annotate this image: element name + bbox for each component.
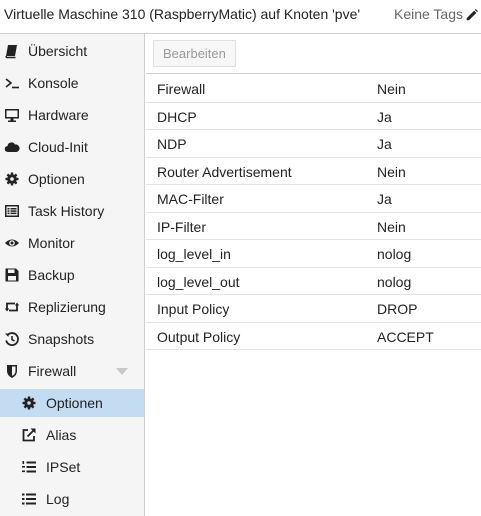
option-value: ACCEPT: [377, 328, 434, 345]
option-value: DROP: [377, 301, 418, 317]
sidebar-subitem-alias[interactable]: Alias: [0, 421, 144, 449]
sidebar-item-replication[interactable]: Replizierung: [0, 293, 144, 321]
table-row[interactable]: Router Advertisement Nein: [146, 158, 481, 185]
floppy-icon: [5, 268, 19, 282]
option-value: nolog: [377, 246, 412, 262]
option-value: Ja: [377, 191, 392, 207]
table-row[interactable]: log_level_in nolog: [146, 240, 481, 268]
page-title: Virtuelle Maschine 310 (RaspberryMatic) …: [4, 6, 361, 22]
sidebar-item-label: Replizierung: [28, 299, 106, 315]
main-panel: Bearbeiten Firewall Nein DHCP Ja NDP Ja …: [146, 34, 481, 516]
sidebar-item-console[interactable]: Konsole: [0, 69, 144, 97]
option-value: Ja: [377, 108, 392, 125]
sidebar-subitem-label: IPSet: [46, 459, 81, 475]
option-name: MAC-Filter: [157, 191, 224, 207]
sidebar-subitem-label: Alias: [46, 427, 77, 443]
sidebar-subitem-ipset[interactable]: IPSet: [0, 453, 144, 481]
list-icon: [22, 493, 36, 505]
option-name: IP-Filter: [157, 218, 206, 235]
table-row[interactable]: DHCP Ja: [146, 103, 481, 130]
sidebar-item-task-history[interactable]: Task History: [0, 197, 144, 225]
external-link-icon: [22, 428, 36, 442]
header-bar: Virtuelle Maschine 310 (RaspberryMatic) …: [0, 0, 481, 34]
sidebar-item-overview[interactable]: Übersicht: [0, 37, 144, 65]
sidebar-item-label: Firewall: [28, 363, 77, 379]
sidebar-item-options[interactable]: Optionen: [0, 165, 144, 193]
tags-label[interactable]: Keine Tags: [394, 6, 463, 22]
sidebar-item-label: Hardware: [28, 107, 89, 123]
book-icon: [5, 45, 17, 59]
option-value: nolog: [377, 273, 412, 290]
gear-icon: [22, 396, 36, 410]
table-row[interactable]: Firewall Nein: [146, 75, 481, 103]
sidebar-item-label: Snapshots: [28, 331, 95, 347]
history-icon: [5, 332, 19, 346]
cloud-icon: [4, 142, 20, 153]
option-name: log_level_out: [157, 273, 240, 290]
gear-icon: [5, 172, 19, 186]
sidebar-item-backup[interactable]: Backup: [0, 261, 144, 289]
option-name: Router Advertisement: [157, 163, 292, 180]
sidebar-item-label: Übersicht: [28, 43, 88, 59]
option-name: Output Policy: [157, 328, 241, 345]
sidebar-subitem-label: Optionen: [46, 395, 103, 411]
desktop-icon: [5, 109, 19, 122]
option-name: log_level_in: [157, 246, 231, 262]
sidebar-item-label: Optionen: [28, 171, 85, 187]
option-value: Nein: [377, 81, 406, 97]
sidebar-subitem-options[interactable]: Optionen: [0, 389, 144, 417]
option-value: Nein: [377, 218, 406, 235]
sidebar-item-monitor[interactable]: Monitor: [0, 229, 144, 257]
option-value: Nein: [377, 163, 406, 180]
pencil-icon[interactable]: [465, 8, 479, 22]
option-name: DHCP: [157, 108, 197, 125]
toolbar: Bearbeiten: [146, 34, 481, 74]
terminal-icon: [5, 78, 19, 89]
option-name: Firewall: [157, 81, 206, 97]
table-row[interactable]: IP-Filter Nein: [146, 213, 481, 240]
sidebar-item-hardware[interactable]: Hardware: [0, 101, 144, 129]
edit-button[interactable]: Bearbeiten: [153, 40, 236, 67]
options-grid: Firewall Nein DHCP Ja NDP Ja Router Adve…: [146, 75, 481, 350]
table-row[interactable]: Output Policy ACCEPT: [146, 323, 481, 350]
sidebar-item-label: Cloud-Init: [28, 139, 88, 155]
sidebar-item-firewall[interactable]: Firewall: [0, 357, 144, 385]
sidebar-subitem-label: Log: [46, 491, 70, 507]
table-row[interactable]: Input Policy DROP: [146, 295, 481, 323]
option-name: Input Policy: [157, 301, 230, 317]
sidebar-item-label: Konsole: [28, 75, 79, 91]
sidebar: Übersicht Konsole Hardware Cloud-Init Op…: [0, 34, 145, 516]
sidebar-item-label: Task History: [28, 203, 105, 219]
shield-icon: [7, 365, 17, 378]
sidebar-item-label: Monitor: [28, 235, 75, 251]
sidebar-item-label: Backup: [28, 267, 75, 283]
list-ol-icon: [22, 461, 36, 473]
table-row[interactable]: NDP Ja: [146, 130, 481, 158]
option-name: NDP: [157, 136, 187, 152]
sidebar-item-snapshots[interactable]: Snapshots: [0, 325, 144, 353]
sidebar-subitem-log[interactable]: Log: [0, 485, 144, 513]
table-row[interactable]: MAC-Filter Ja: [146, 185, 481, 213]
chevron-down-icon[interactable]: [116, 368, 128, 375]
sidebar-item-cloud-init[interactable]: Cloud-Init: [0, 133, 144, 161]
eye-icon: [5, 239, 19, 247]
retweet-icon: [4, 302, 20, 312]
table-row[interactable]: log_level_out nolog: [146, 268, 481, 295]
option-value: Ja: [377, 136, 392, 152]
list-alt-icon: [5, 205, 19, 217]
